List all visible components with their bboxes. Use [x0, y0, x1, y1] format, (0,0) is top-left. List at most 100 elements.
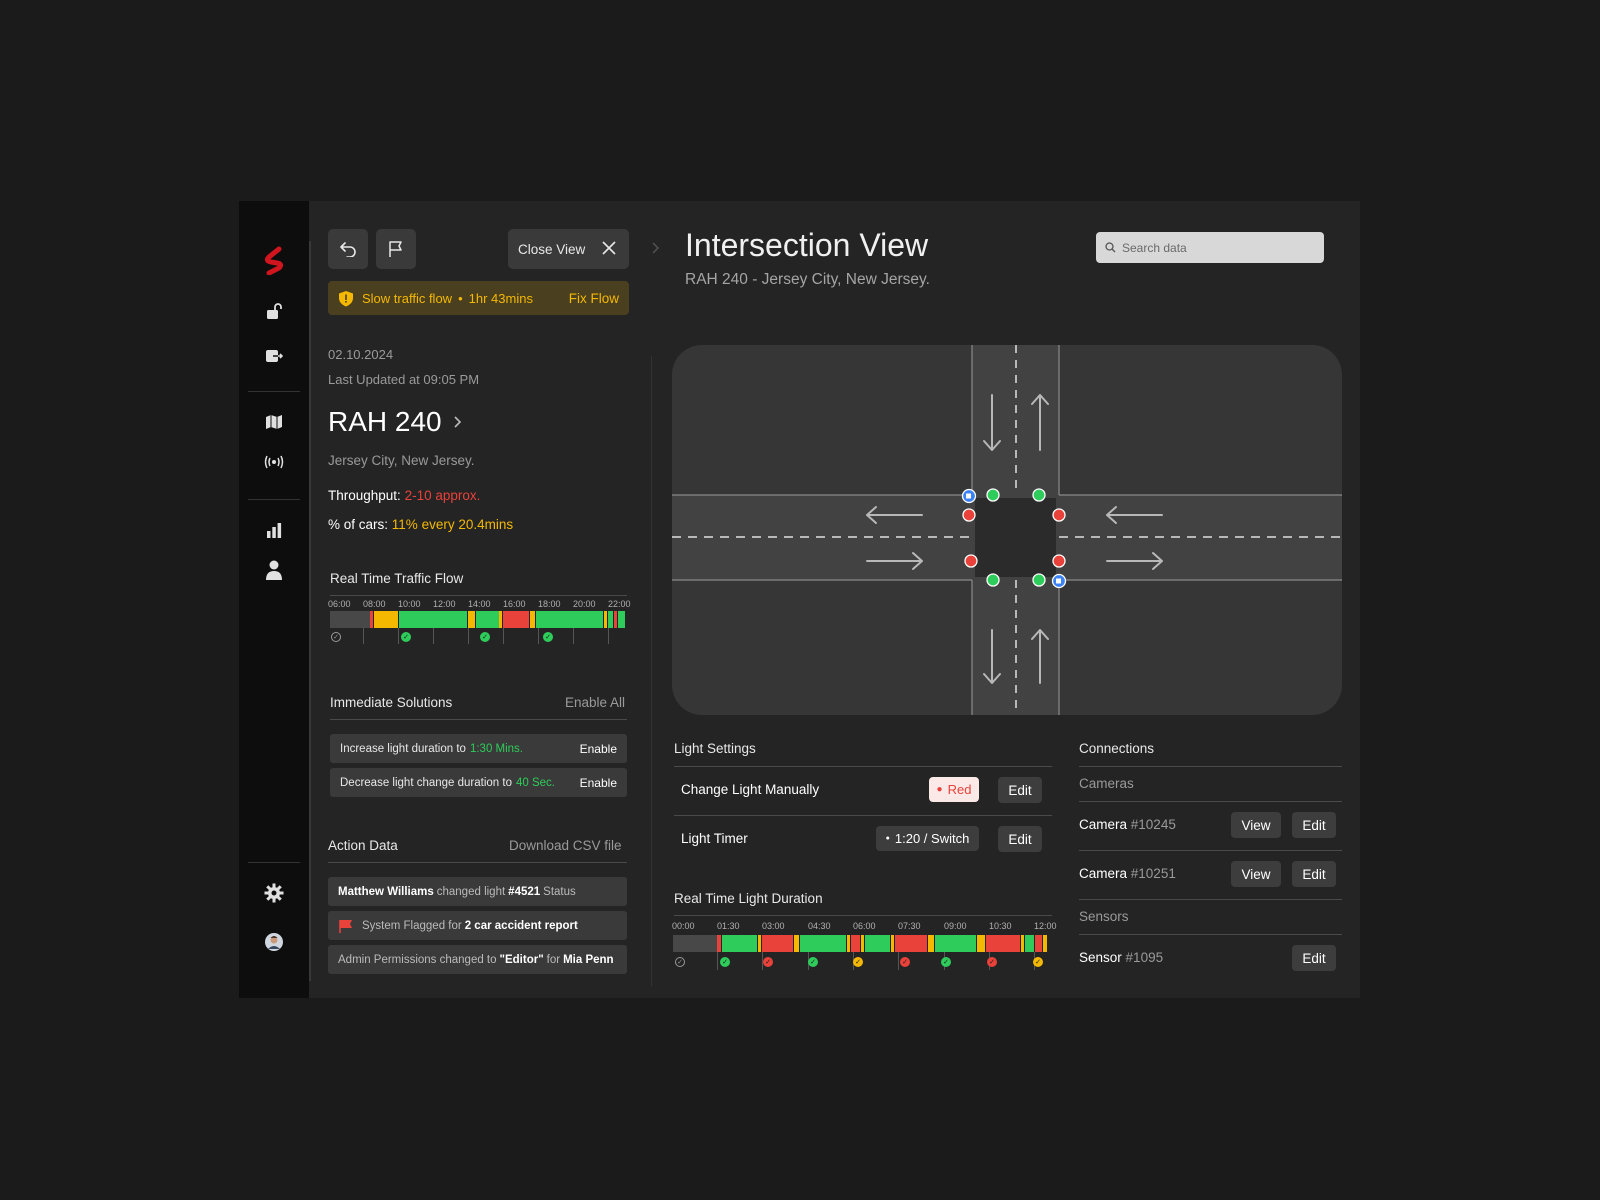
download-csv-button[interactable]: Download CSV file	[509, 838, 622, 853]
time-label: 08:00	[363, 599, 386, 609]
enable-button[interactable]: Enable	[580, 776, 617, 790]
undo-button[interactable]	[328, 229, 368, 269]
duration-segment-red	[1035, 935, 1042, 952]
light-timer-label: Light Timer	[681, 831, 748, 846]
flow-segment-slow	[468, 611, 475, 628]
solution-text: Increase light duration to	[340, 742, 466, 755]
flow-segment-slow	[604, 611, 607, 628]
gear-icon[interactable]	[263, 882, 285, 904]
check-circle-icon: ✓	[480, 632, 490, 642]
sensors-label: Sensors	[1079, 909, 1129, 924]
user-icon[interactable]	[263, 559, 285, 581]
chevron-right-icon	[651, 241, 661, 260]
enable-button[interactable]: Enable	[580, 742, 617, 756]
last-updated-text: Last Updated at 09:05 PM	[328, 372, 480, 387]
action-row[interactable]: System Flagged for 2 car accident report	[328, 911, 627, 940]
fix-flow-button[interactable]: Fix Flow	[569, 291, 619, 306]
connections-title: Connections	[1079, 741, 1155, 756]
flow-segment-slow	[499, 611, 502, 628]
solution-row: Decrease light change duration to 40 Sec…	[330, 768, 627, 797]
edit-light-timer-button[interactable]: Edit	[998, 826, 1042, 852]
cars-stat: % of cars: 11% every 20.4mins	[328, 517, 513, 532]
camera-row-label: Camera #10251	[1079, 866, 1176, 881]
throughput-stat: Throughput: 2-10 approx.	[328, 488, 480, 503]
view-camera-button[interactable]: View	[1231, 812, 1281, 838]
red-flag-icon	[339, 919, 352, 933]
warning-circle-icon: ✓	[853, 957, 863, 967]
edit-manual-light-button[interactable]: Edit	[998, 777, 1042, 803]
cars-value: 11% every 20.4mins	[391, 517, 514, 532]
sensor-row-label: Sensor #1095	[1079, 950, 1163, 965]
time-label: 20:00	[573, 599, 596, 609]
close-view-button[interactable]: Close View	[508, 229, 629, 269]
broadcast-icon[interactable]	[263, 451, 285, 473]
action-row[interactable]: Admin Permissions changed to "Editor" fo…	[328, 945, 627, 974]
action-user: Mia Penn	[563, 953, 614, 966]
flow-segment-jam	[503, 611, 529, 628]
time-label: 00:00	[672, 921, 695, 931]
logout-icon[interactable]	[263, 345, 285, 367]
sensor-word: Sensor	[1079, 950, 1122, 965]
duration-segment-yellow	[891, 935, 894, 952]
manual-light-label: Change Light Manually	[681, 782, 820, 797]
view-camera-button[interactable]: View	[1231, 861, 1281, 887]
x-circle-icon: ✓	[900, 957, 910, 967]
chevron-right-icon	[454, 416, 461, 428]
enable-all-button[interactable]: Enable All	[565, 695, 625, 710]
duration-segment-yellow	[1021, 935, 1024, 952]
action-suffix: Status	[543, 885, 576, 898]
logo-icon[interactable]	[259, 245, 289, 275]
flow-segment-good	[618, 611, 625, 628]
action-user: Matthew Williams	[338, 885, 434, 898]
traffic-alert-banner: Slow traffic flow • 1hr 43mins Fix Flow	[328, 281, 629, 315]
check-circle-icon: ✓	[808, 957, 818, 967]
time-label: 12:00	[433, 599, 456, 609]
time-label: 10:00	[398, 599, 421, 609]
duration-segment-green	[935, 935, 976, 952]
panel-divider	[309, 241, 311, 981]
duration-segment-red	[717, 935, 721, 952]
camera-id: #10245	[1130, 817, 1176, 832]
unlock-icon[interactable]	[263, 300, 285, 322]
search-input[interactable]	[1122, 240, 1302, 255]
light-duration-title: Real Time Light Duration	[674, 891, 823, 906]
section-divider	[330, 719, 627, 720]
action-verb: System Flagged for	[362, 919, 462, 932]
close-icon	[602, 241, 616, 255]
rail-divider	[248, 391, 300, 392]
duration-segment-red	[762, 935, 793, 952]
map-icon[interactable]	[263, 411, 285, 433]
avatar[interactable]	[263, 931, 285, 953]
light-status-badge[interactable]: ● Red	[929, 777, 979, 802]
edit-camera-button[interactable]: Edit	[1292, 812, 1336, 838]
light-timer-value: 1:20 / Switch	[894, 831, 970, 846]
flow-segment-idle	[330, 611, 370, 628]
timeline-tick	[608, 628, 609, 644]
location-text: Jersey City, New Jersey.	[328, 453, 475, 468]
timeline-tick	[573, 628, 574, 644]
duration-segment-green	[800, 935, 846, 952]
intersection-map[interactable]	[672, 345, 1342, 715]
flow-segment-slow	[370, 611, 373, 628]
time-label: 01:30	[717, 921, 740, 931]
check-outline-icon: ✓	[331, 632, 341, 642]
edit-sensor-button[interactable]: Edit	[1292, 945, 1336, 971]
action-row[interactable]: Matthew Williams changed light #4521 Sta…	[328, 877, 627, 906]
edit-camera-button[interactable]: Edit	[1292, 861, 1336, 887]
search-field[interactable]	[1096, 232, 1324, 263]
status-dot: ●	[885, 835, 890, 842]
timeline-tick	[363, 628, 364, 644]
timeline-tick	[398, 628, 399, 644]
flag-button[interactable]	[376, 229, 416, 269]
intersection-name: RAH 240	[328, 406, 442, 437]
warning-circle-icon: ✓	[1033, 957, 1043, 967]
bar-chart-icon[interactable]	[263, 519, 285, 541]
duration-segment-green	[722, 935, 757, 952]
light-timer-badge[interactable]: ● 1:20 / Switch	[876, 826, 979, 851]
duration-segment-yellow	[861, 935, 864, 952]
duration-segment-idle	[673, 935, 717, 952]
time-label: 10:30	[989, 921, 1012, 931]
light-settings-title: Light Settings	[674, 741, 756, 756]
intersection-title[interactable]: RAH 240	[328, 406, 464, 438]
timeline-tick	[538, 628, 539, 644]
